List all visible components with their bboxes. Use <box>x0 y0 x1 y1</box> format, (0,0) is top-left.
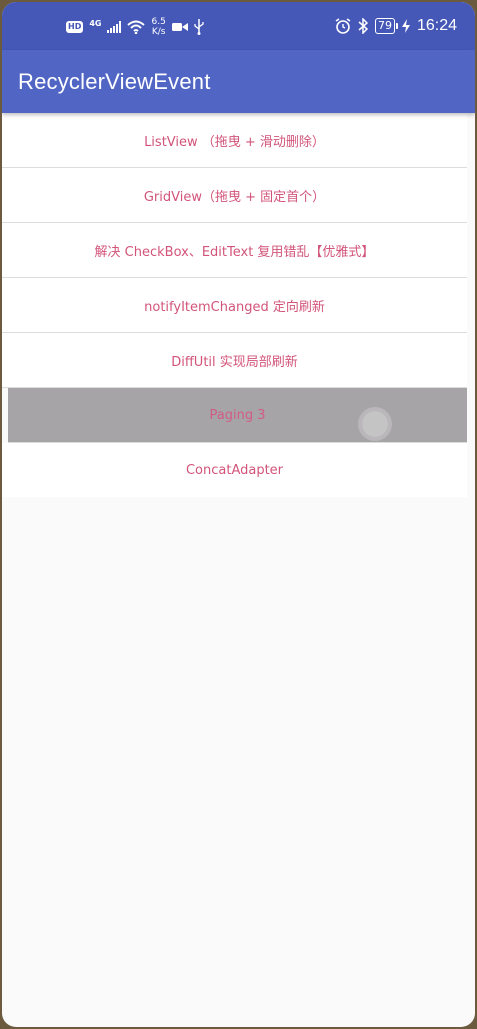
list-item-gridview[interactable]: GridView（拖曳 + 固定首个） <box>2 168 467 223</box>
status-left-group: HD 4G 6.5 K/s <box>66 16 204 38</box>
signal-icon <box>107 21 122 33</box>
bluetooth-icon <box>358 18 368 34</box>
video-icon <box>171 21 188 33</box>
phone-screen: HD 4G 6.5 K/s 79 16:24 RecyclerViewEvent… <box>2 2 475 1027</box>
list-item-paging[interactable]: Paging 3 <box>8 388 467 443</box>
list-item-label: Paging 3 <box>209 407 266 423</box>
network-speed: 6.5 K/s <box>151 17 165 37</box>
status-clock: 16:24 <box>416 17 457 34</box>
list-item-concat-adapter[interactable]: ConcatAdapter <box>2 443 467 497</box>
recycler-list[interactable]: ListView （拖曳 + 滑动删除） GridView（拖曳 + 固定首个）… <box>2 113 467 497</box>
list-item-label: ListView （拖曳 + 滑动删除） <box>144 134 325 150</box>
hd-badge: HD <box>66 21 84 33</box>
speed-value: 6.5 <box>151 17 166 27</box>
list-item-label: GridView（拖曳 + 固定首个） <box>143 189 326 205</box>
app-bar: RecyclerViewEvent <box>2 50 475 113</box>
usb-icon <box>194 19 204 35</box>
list-item-label: ConcatAdapter <box>185 462 284 478</box>
speed-unit: K/s <box>151 27 166 37</box>
charging-icon <box>401 19 410 33</box>
wifi-icon <box>127 20 146 34</box>
app-title: RecyclerViewEvent <box>18 69 211 94</box>
list-item-diffutil[interactable]: DiffUtil 实现局部刷新 <box>2 333 467 388</box>
list-item-notify-item-changed[interactable]: notifyItemChanged 定向刷新 <box>2 278 467 333</box>
list-item-label: 解决 CheckBox、EditText 复用错乱【优雅式】 <box>94 244 375 260</box>
alarm-icon <box>335 18 351 34</box>
status-right-group: 79 16:24 <box>335 15 457 37</box>
battery-icon: 79 <box>374 18 398 34</box>
list-item-label: notifyItemChanged 定向刷新 <box>144 299 325 315</box>
list-item-checkbox-edittext[interactable]: 解决 CheckBox、EditText 复用错乱【优雅式】 <box>2 223 467 278</box>
network-type: 4G <box>89 18 102 28</box>
list-item-label: DiffUtil 实现局部刷新 <box>171 354 298 370</box>
touch-indicator <box>362 411 388 437</box>
status-bar: HD 4G 6.5 K/s 79 16:24 <box>2 2 475 50</box>
list-item-listview[interactable]: ListView （拖曳 + 滑动删除） <box>2 113 467 168</box>
